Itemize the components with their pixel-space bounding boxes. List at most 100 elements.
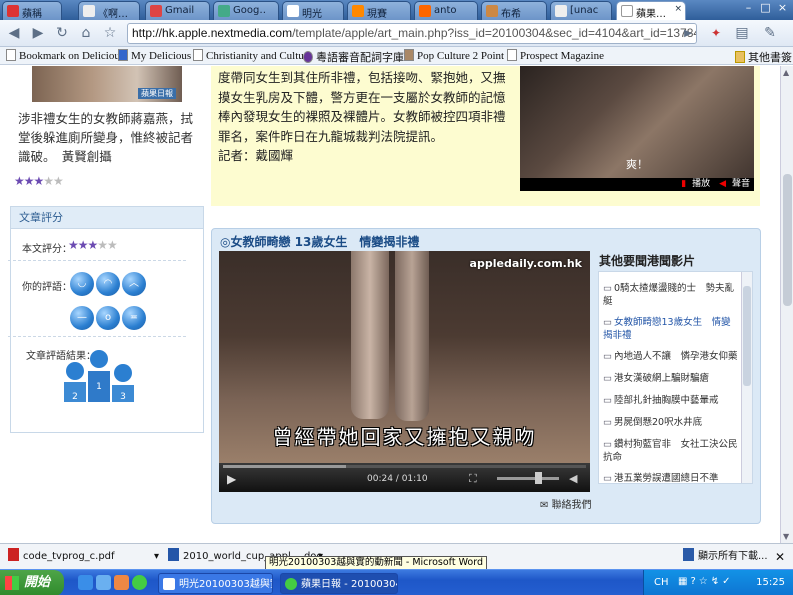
browser-tab[interactable]: anto (414, 1, 478, 20)
list-item[interactable]: ▭ 陸部扎針抽胸膜中藝暈戒 (603, 394, 739, 407)
close-tab-icon[interactable]: × (674, 4, 682, 14)
browser-tab-active[interactable]: 蘋果… × (616, 1, 686, 21)
emotion-angry-icon[interactable]: ︿ (122, 272, 146, 296)
article-body: 度帶同女生到其住所非禮，包括接吻、緊抱她，又撫摸女生乳房及下體，警方更在一支屬於… (218, 70, 506, 163)
close-window-icon[interactable]: × (774, 1, 791, 14)
speaker-icon[interactable]: ◀ (569, 472, 577, 485)
list-item[interactable]: ▭ 0騎太揸爆盪賤的士 勢夫亂艇 (603, 282, 739, 308)
emotion-bored-icon[interactable]: — (70, 306, 94, 330)
list-item[interactable]: ▭ 港女漢破網上騙財騙瘡 (603, 372, 739, 385)
show-all-downloads[interactable]: 顯示所有下載... (683, 547, 768, 567)
play-icon[interactable]: ▮ (681, 179, 686, 189)
video-progress-bar[interactable] (223, 465, 586, 468)
scroll-down-icon[interactable]: ▼ (783, 532, 789, 541)
play-icon[interactable]: ▶ (227, 472, 236, 486)
volume-slider[interactable] (497, 477, 559, 480)
fullscreen-icon[interactable]: ⛶ (469, 472, 477, 486)
taskbar-item-word[interactable]: 明光20100303越與實... (158, 573, 273, 594)
list-item[interactable]: ▭ 內地過人不讓 憐孕港女仰藥 (603, 350, 739, 363)
tab-favicon-icon (287, 5, 299, 17)
wrench-icon[interactable]: ✎ (760, 24, 780, 43)
bookmark-item[interactable]: Christianity and Culture (193, 49, 312, 62)
ie-icon[interactable] (96, 575, 111, 590)
other-bookmarks[interactable]: 其他書簽 (735, 49, 792, 65)
scroll-thumb[interactable] (783, 174, 792, 306)
go-icon[interactable]: ▶ (678, 24, 698, 43)
browser-tab[interactable]: 明光 (282, 1, 344, 20)
extension-icon[interactable]: ✦ (706, 24, 726, 43)
chrome-icon[interactable] (132, 575, 147, 590)
bookmark-item[interactable]: 粵語審音配詞字庫 (303, 49, 404, 65)
video-player[interactable]: appledaily.com.hk 曾經帶她回家又擁抱又親吻 ▶ 00:24 /… (219, 251, 590, 492)
bookmark-item[interactable]: Pop Culture 2 Point 0 (404, 49, 512, 62)
address-bar[interactable]: http://hk.apple.nextmedia.com/template/a… (127, 23, 697, 44)
page-menu-icon[interactable]: ▤ (732, 24, 752, 43)
close-shelf-icon[interactable]: ✕ (775, 547, 785, 567)
taskbar: 開始 明光20100303越與實... 蘋果日報 - 20100304... C… (0, 569, 793, 595)
bookmark-item[interactable]: My Delicious (118, 49, 191, 62)
divider (8, 336, 186, 337)
chrome-icon (285, 578, 297, 590)
page-icon (507, 49, 517, 61)
list-item[interactable]: ▭ 男屍倒懸20呎水井底 (603, 416, 739, 429)
maximize-icon[interactable]: □ (757, 1, 774, 14)
home-icon[interactable]: ⌂ (76, 24, 96, 43)
sound-icon[interactable]: ◀ (719, 179, 726, 189)
tray-icons[interactable]: ▦?☆↯✓ (678, 576, 733, 587)
bookmarks-bar: Bookmark on Delicious My Delicious Chris… (0, 47, 793, 65)
video-controls: ▶ 00:24 / 01:10 ⛶ ◀ (219, 463, 590, 492)
browser-tab[interactable]: 現賽 (347, 1, 411, 20)
top-video-thumbnail[interactable]: 爽！ ▮ 播放 ◀ 聲音 (520, 66, 754, 191)
article-photo[interactable]: 蘋果日報 (32, 66, 182, 102)
tooltip: 明光20100303越與實的動新聞 - Microsoft Word (265, 556, 487, 570)
start-button[interactable]: 開始 (0, 570, 64, 595)
browser-tab[interactable]: 布希 (481, 1, 547, 20)
windows-logo-icon (5, 576, 19, 590)
hot-list-scrollbar[interactable] (741, 272, 752, 483)
video-icon: ▭ (603, 317, 612, 328)
download-item[interactable]: code_tvprog_c.pdf ▾ (8, 547, 159, 567)
firefox-icon[interactable] (114, 575, 129, 590)
emotion-cool-icon[interactable]: ≖ (122, 306, 146, 330)
bookmark-star-icon[interactable]: ☆ (100, 24, 120, 43)
podium-1: 1 (96, 382, 102, 392)
browser-tab[interactable]: [unac… (550, 1, 612, 20)
rating-result-podium: 2 1 3 (64, 350, 134, 402)
bookmark-item[interactable]: Prospect Magazine (507, 49, 604, 62)
browser-tab-strip: 蘋稱 《啊… Gmail Goog… 明光 現賽 anto 布希 [unac… … (0, 0, 793, 21)
video-title[interactable]: ◎女教師畸戀 13歲女生 情變揭非禮 (220, 233, 419, 250)
page-icon (193, 49, 203, 61)
emotion-happy-icon[interactable]: ◡ (70, 272, 94, 296)
browser-tab[interactable]: 《啊… (78, 1, 140, 20)
language-indicator[interactable]: CH (654, 577, 669, 588)
top-video-bar: ▮ 播放 ◀ 聲音 (520, 178, 754, 191)
reload-icon[interactable]: ↻ (52, 24, 72, 43)
list-item[interactable]: ▭ 女教師畸戀13歲女生 情變揭非禮 (603, 316, 739, 342)
contact-link[interactable]: ✉ 聯絡我們 (540, 496, 592, 511)
quicklaunch-icon[interactable] (78, 575, 93, 590)
tab-favicon-icon (486, 5, 498, 17)
forward-icon[interactable]: ▶ (28, 24, 48, 43)
video-icon: ▭ (603, 283, 612, 294)
chevron-down-icon[interactable]: ▾ (154, 547, 159, 567)
video-icon: ▭ (603, 417, 612, 428)
tab-favicon-icon (7, 5, 19, 17)
back-icon[interactable]: ◀ (4, 24, 24, 43)
browser-tab[interactable]: 蘋稱 (2, 1, 62, 20)
browser-tab[interactable]: Gmail (145, 1, 210, 20)
bookmark-item[interactable]: Bookmark on Delicious (6, 49, 124, 62)
delicious-icon (118, 49, 128, 61)
podium-2: 2 (72, 392, 78, 402)
emotion-surprised-icon[interactable]: o (96, 306, 120, 330)
pdf-icon (8, 548, 19, 561)
video-icon: ▭ (603, 439, 612, 450)
minimize-icon[interactable]: – (740, 1, 757, 14)
taskbar-item-chrome[interactable]: 蘋果日報 - 20100304... (280, 573, 398, 594)
browser-tab[interactable]: Goog… (213, 1, 279, 20)
volume-knob[interactable] (535, 472, 542, 484)
emotion-sad-icon[interactable]: ◠ (96, 272, 120, 296)
page-scrollbar[interactable]: ▲ ▼ (780, 66, 793, 543)
list-item[interactable]: ▭ 港五業勞誤遭國總日不準 (603, 472, 739, 483)
list-item[interactable]: ▭ 鑽村狗藍官非 女社工決公民抗命 (603, 438, 739, 464)
scroll-up-icon[interactable]: ▲ (783, 68, 789, 77)
